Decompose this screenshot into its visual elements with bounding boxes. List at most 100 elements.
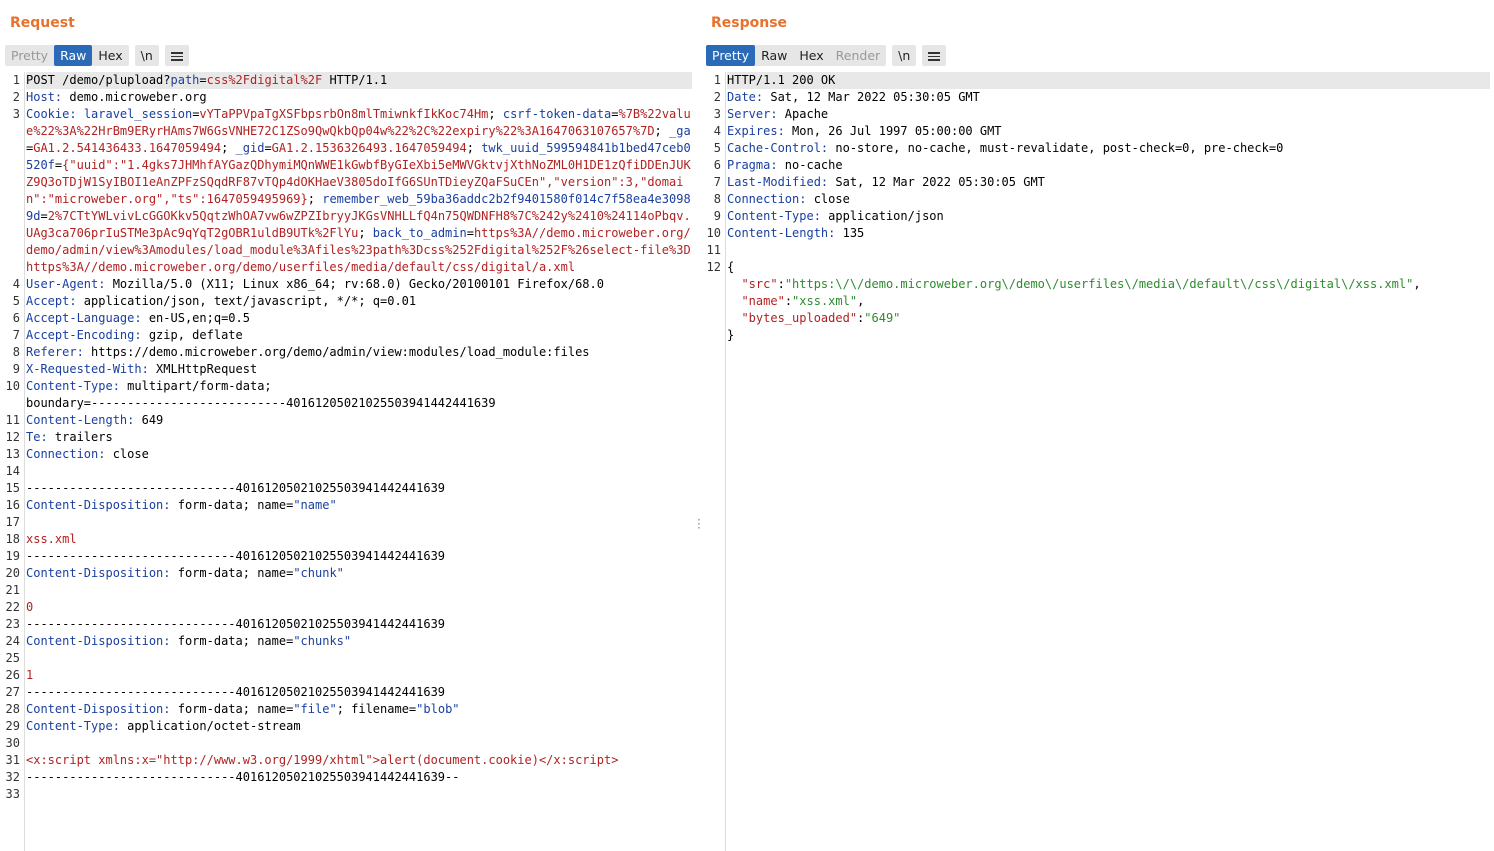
code-token: Content-Length: (727, 226, 836, 240)
request-newline-toggle[interactable]: \n (134, 45, 159, 66)
request-editor[interactable]: 1 POST /demo/plupload?path=css%2Fdigital%… (0, 72, 696, 851)
code-token: Expires: (727, 124, 785, 138)
code-token: "https:\/\/demo.microweber.org\/demo\/us… (784, 277, 1414, 291)
code-token: Content-Type: (26, 719, 120, 733)
code-token: Host: (26, 90, 63, 104)
code-token: = (199, 73, 207, 87)
code-token: } (727, 328, 735, 342)
response-line: 2 Date: Sat, 12 Mar 2022 05:30:05 GMT (714, 89, 1490, 106)
code-token: Accept: (26, 294, 77, 308)
line-number: 12 (5, 430, 20, 444)
code-token: form-data; name= (170, 566, 294, 580)
request-title: Request (10, 15, 75, 31)
request-line: 4 User-Agent: Mozilla/5.0 (X11; Linux x86… (13, 276, 692, 293)
code-token: csrf-token-data (502, 107, 612, 121)
code-token: path (170, 73, 200, 87)
code-token: "src" (741, 277, 778, 291)
code-token: close (806, 192, 850, 206)
line-number: 19 (5, 549, 20, 563)
request-line: 20 Content-Disposition: form-data; name="… (6, 565, 692, 582)
code-token: _ga (669, 124, 691, 138)
line-number: 11 (5, 413, 20, 427)
code-token: "649" (864, 311, 901, 325)
response-menu-button[interactable] (922, 45, 947, 66)
code-token: POST /demo/plupload? (26, 73, 171, 87)
code-token: Content-Type: (727, 209, 821, 223)
code-token: no-cache (777, 158, 843, 172)
response-line: 1 HTTP/1.1 200 OK (714, 72, 1490, 89)
response-tab-raw[interactable]: Raw (755, 45, 793, 66)
code-token: _gid (235, 141, 265, 155)
code-token: User-Agent: (26, 277, 106, 291)
line-number: 7 (713, 175, 721, 189)
line-number: 27 (5, 685, 20, 699)
response-newline-toggle[interactable]: \n (892, 45, 917, 66)
code-token: Accept-Encoding: (26, 328, 142, 342)
code-token: ; (307, 192, 323, 206)
response-tab-hex[interactable]: Hex (793, 45, 829, 66)
request-line: 15 -----------------------------401612050… (6, 480, 692, 497)
line-number: 15 (5, 481, 20, 495)
line-number: 4 (12, 277, 20, 291)
code-token: Content-Type: (26, 379, 120, 393)
code-token: close (105, 447, 149, 461)
line-number: 25 (5, 651, 20, 665)
code-token: -----------------------------40161205021… (26, 549, 446, 563)
code-token: back_to_admin (372, 226, 467, 240)
request-line: 31 <x:script xmlns:x="http://www.w3.org/1… (6, 752, 692, 769)
code-token: application/octet-stream (119, 719, 301, 733)
line-number: 9 (713, 209, 721, 223)
line-number: 7 (12, 328, 20, 342)
request-tab-hex[interactable]: Hex (92, 45, 128, 66)
request-line: 22 0 (6, 599, 692, 616)
request-line: 27 -----------------------------401612050… (6, 684, 692, 701)
request-line: 7 Accept-Encoding: gzip, deflate (13, 327, 692, 344)
panel-splitter-handle[interactable]: · · · (697, 514, 701, 534)
code-token: X-Requested-With: (26, 362, 149, 376)
code-token: "bytes_uploaded" (741, 311, 858, 325)
response-line: 12{ "src":"https:\/\/demo.microweber.org… (707, 259, 1490, 344)
code-token: application/json (820, 209, 944, 223)
request-tab-pretty[interactable]: Pretty (5, 45, 54, 66)
code-token: https://demo.microweber.org/demo/admin/v… (83, 345, 590, 359)
response-line: 6 Pragma: no-cache (714, 157, 1490, 174)
code-token: ; (221, 141, 236, 155)
code-token: = (40, 209, 48, 223)
request-menu-button[interactable] (164, 45, 189, 66)
response-tab-pretty[interactable]: Pretty (706, 45, 756, 66)
line-number: 21 (5, 583, 20, 597)
code-token: ; (466, 141, 482, 155)
code-token: Content-Disposition: (26, 566, 171, 580)
code-token: { (727, 260, 735, 274)
request-line: 25 (6, 650, 692, 667)
line-number: 6 (713, 158, 721, 172)
line-number: 3 (713, 107, 721, 121)
code-token: 0 (26, 600, 34, 614)
request-line: 26 1 (6, 667, 692, 684)
code-token: Mozilla/5.0 (X11; Linux x86_64; rv:68.0)… (105, 277, 604, 291)
line-number: 5 (713, 141, 721, 155)
code-token: ; (358, 226, 373, 240)
code-token: 649 (134, 413, 164, 427)
response-tab-render[interactable]: Render (830, 45, 887, 66)
request-tab-raw[interactable]: Raw (54, 45, 93, 66)
request-line: 17 (6, 514, 692, 531)
code-token: laravel_session (83, 107, 193, 121)
line-number: 28 (5, 702, 20, 716)
request-line: 3 Cookie: laravel_session = vYTaPPVpaTgXSFb… (13, 106, 692, 276)
request-line: 9 X-Requested-With: XMLHttpRequest (13, 361, 692, 378)
response-editor[interactable]: 1 HTTP/1.1 200 OK 2 Date: Sat, 12 Mar 2022 … (701, 72, 1494, 851)
request-line: 16 Content-Disposition: form-data; name="… (6, 497, 692, 514)
code-token: "file" (293, 702, 337, 716)
request-view-tabs: Pretty Raw Hex (5, 45, 129, 66)
line-number: 18 (5, 532, 20, 546)
response-line: 5 Cache-Control: no-store, no-cache, must… (714, 140, 1490, 157)
code-token: ; (654, 124, 669, 138)
request-line: 18 xss.xml (6, 531, 692, 548)
code-token: "chunk" (293, 566, 344, 580)
code-token: "blob" (416, 702, 460, 716)
response-line: 8 Connection: close (714, 191, 1490, 208)
code-token: Last-Modified: (727, 175, 829, 189)
line-number: 26 (5, 668, 20, 682)
